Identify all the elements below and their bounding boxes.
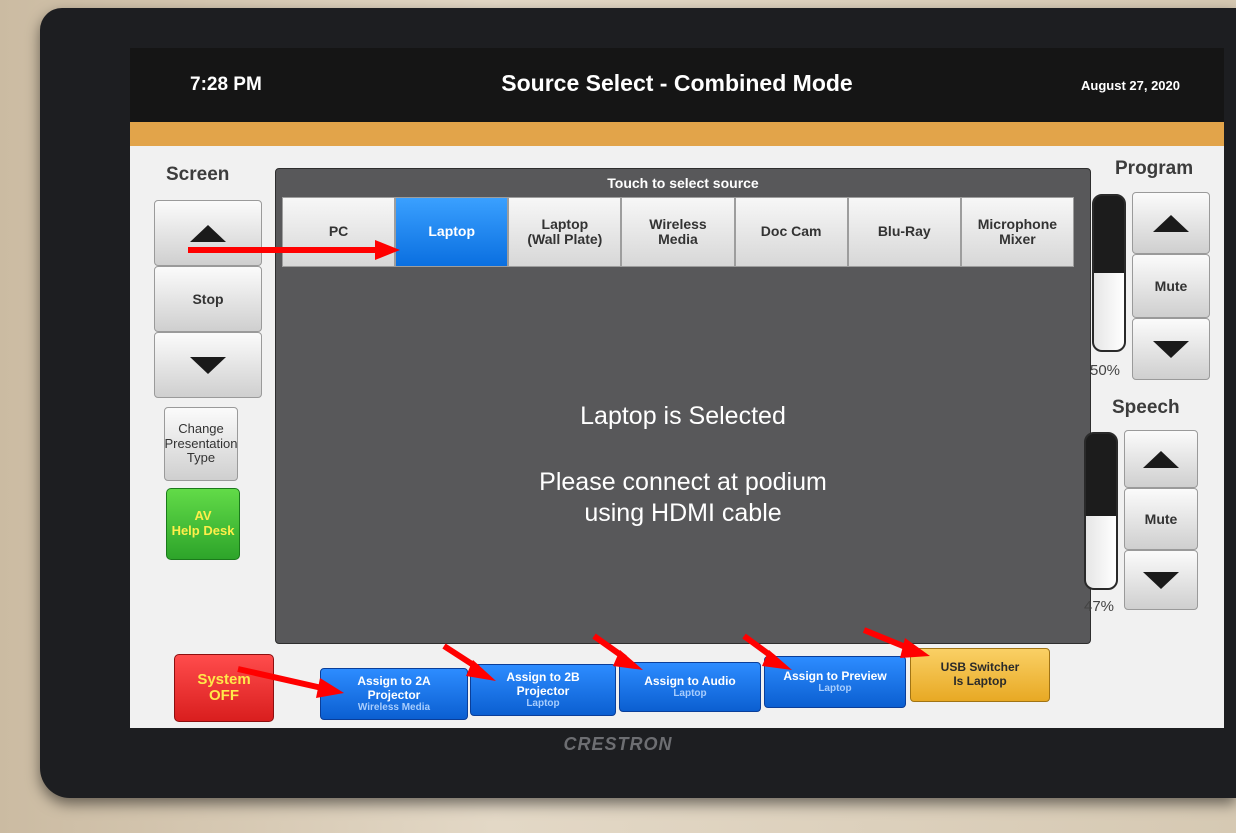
button-label: Assign to Audio bbox=[644, 673, 736, 688]
speech-label: Speech bbox=[1112, 397, 1180, 418]
selected-message: Laptop is Selected bbox=[580, 402, 786, 430]
page-title: Source Select - Combined Mode bbox=[501, 70, 853, 96]
program-volume-up-button[interactable] bbox=[1132, 192, 1210, 254]
usb-switcher-button[interactable]: USB Switcher Is Laptop bbox=[910, 648, 1050, 702]
tab-label: PC bbox=[328, 223, 349, 240]
tab-sublabel: Media bbox=[658, 231, 698, 247]
tab-laptop[interactable]: Laptop bbox=[395, 197, 509, 267]
system-label-line-2: OFF bbox=[209, 687, 239, 704]
change-label-line-1: Change bbox=[178, 420, 224, 436]
help-label-line-1: AV bbox=[194, 508, 212, 524]
stop-label: Stop bbox=[192, 290, 224, 307]
tab-wireless-media[interactable]: Wireless Media bbox=[621, 197, 735, 267]
screen-up-button[interactable] bbox=[154, 200, 262, 266]
source-tabs: PC Laptop Laptop (Wall Plate) Wireless M… bbox=[282, 197, 1074, 267]
tab-blu-ray[interactable]: Blu-Ray bbox=[847, 197, 961, 267]
tab-laptop-wall-plate[interactable]: Laptop (Wall Plate) bbox=[508, 197, 622, 267]
tab-label: Doc Cam bbox=[760, 223, 822, 240]
help-label-line-2: Help Desk bbox=[171, 523, 235, 538]
current-date: August 27, 2020 bbox=[1081, 78, 1180, 93]
touch-screen: 7:28 PM Source Select - Combined Mode Au… bbox=[130, 48, 1224, 728]
tab-label: Laptop bbox=[541, 215, 589, 232]
tab-sublabel: (Wall Plate) bbox=[527, 231, 603, 247]
speech-volume-up-button[interactable] bbox=[1124, 430, 1198, 488]
down-arrow-icon bbox=[1153, 340, 1189, 358]
button-status: Laptop bbox=[818, 683, 852, 695]
change-label-line-3: Type bbox=[186, 450, 216, 466]
speech-volume-meter bbox=[1084, 432, 1118, 590]
down-arrow-icon bbox=[190, 356, 226, 374]
button-label: Assign to 2A bbox=[357, 674, 431, 689]
button-status: Wireless Media bbox=[357, 701, 431, 713]
tab-doc-cam[interactable]: Doc Cam bbox=[734, 197, 848, 267]
button-status: Laptop bbox=[673, 688, 707, 700]
av-help-desk-button[interactable]: AV Help Desk bbox=[166, 488, 240, 560]
assign-2b-projector-button[interactable]: Assign to 2B Projector Laptop bbox=[470, 664, 616, 716]
assign-to-audio-button[interactable]: Assign to Audio Laptop bbox=[619, 662, 761, 712]
source-heading: Touch to select source bbox=[607, 175, 759, 191]
program-volume-fill bbox=[1094, 273, 1124, 350]
source-panel: Touch to select source PC Laptop Laptop … bbox=[275, 168, 1091, 644]
button-label: Assign to 2B bbox=[506, 670, 580, 685]
tab-microphone-mixer[interactable]: Microphone Mixer bbox=[960, 197, 1074, 267]
program-mute-label: Mute bbox=[1154, 277, 1188, 294]
up-arrow-icon bbox=[1153, 214, 1189, 232]
system-label-line-1: System bbox=[197, 670, 251, 688]
tab-label: Blu-Ray bbox=[877, 223, 931, 240]
tab-label: Wireless bbox=[649, 215, 707, 232]
button-label: Assign to Preview bbox=[783, 668, 887, 683]
header-bar: 7:28 PM Source Select - Combined Mode Au… bbox=[130, 48, 1224, 122]
instruction-line-1: Please connect at podium bbox=[539, 468, 827, 496]
program-label: Program bbox=[1115, 158, 1194, 179]
usb-label-line-2: Is Laptop bbox=[953, 674, 1007, 688]
tab-label: Laptop bbox=[428, 223, 476, 240]
program-percent: 50% bbox=[1090, 362, 1121, 379]
button-status: Laptop bbox=[526, 697, 560, 709]
speech-volume-fill bbox=[1086, 515, 1116, 588]
system-off-button[interactable]: System OFF bbox=[174, 654, 274, 722]
instruction-line-2: using HDMI cable bbox=[584, 499, 782, 527]
program-volume-down-button[interactable] bbox=[1132, 318, 1210, 380]
speech-mute-button[interactable]: Mute bbox=[1124, 488, 1198, 550]
up-arrow-icon bbox=[190, 224, 226, 242]
up-arrow-icon bbox=[1143, 450, 1179, 468]
screen-label: Screen bbox=[166, 164, 230, 185]
usb-label-line-1: USB Switcher bbox=[940, 660, 1020, 675]
tab-sublabel: Mixer bbox=[999, 231, 1036, 247]
change-presentation-type-button[interactable]: Change Presentation Type bbox=[164, 407, 238, 481]
assign-to-preview-button[interactable]: Assign to Preview Laptop bbox=[764, 656, 906, 708]
down-arrow-icon bbox=[1143, 571, 1179, 589]
button-label: Projector bbox=[516, 683, 570, 698]
speech-percent: 47% bbox=[1084, 598, 1115, 615]
screen-stop-button[interactable]: Stop bbox=[154, 266, 262, 332]
program-volume-meter bbox=[1092, 194, 1126, 352]
change-label-line-2: Presentation bbox=[164, 435, 238, 451]
accent-stripe bbox=[130, 122, 1224, 146]
screen-down-button[interactable] bbox=[154, 332, 262, 398]
assign-2a-projector-button[interactable]: Assign to 2A Projector Wireless Media bbox=[320, 668, 468, 720]
speech-mute-label: Mute bbox=[1144, 510, 1178, 527]
button-label: Projector bbox=[367, 687, 421, 702]
program-mute-button[interactable]: Mute bbox=[1132, 254, 1210, 318]
brand-logo: CRESTRON bbox=[563, 734, 673, 754]
tab-label: Microphone bbox=[977, 215, 1058, 232]
speech-volume-down-button[interactable] bbox=[1124, 550, 1198, 610]
tab-pc[interactable]: PC bbox=[282, 197, 396, 267]
